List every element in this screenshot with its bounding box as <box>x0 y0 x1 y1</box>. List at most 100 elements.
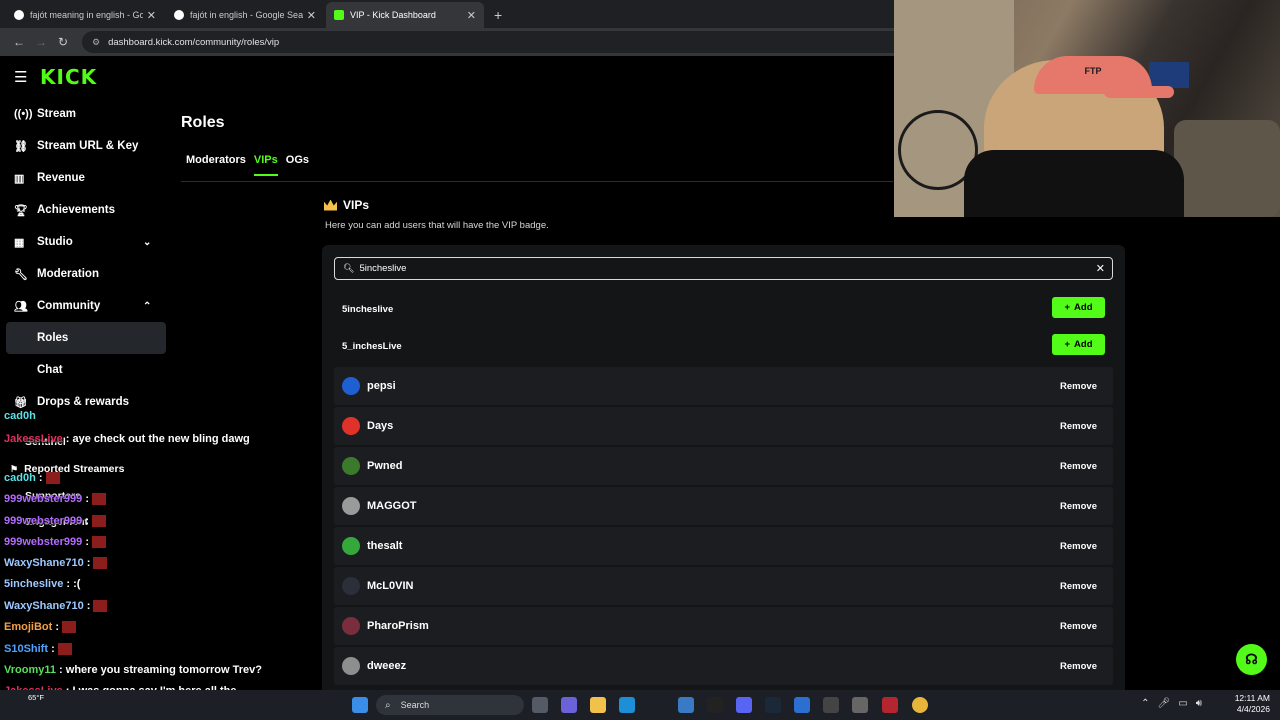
teams-icon[interactable] <box>561 697 577 713</box>
reload-icon[interactable]: ↻ <box>52 35 74 49</box>
chat-message: EmojiBot : <box>4 621 77 634</box>
sidebar-item-stream[interactable]: ((•)) Stream <box>0 98 172 130</box>
sidebar-item-achievements[interactable]: 🏆︎ Achievements <box>0 194 172 226</box>
chat-emote-icon <box>57 643 72 656</box>
sidebar-item-stream-url-key[interactable]: ⛓ Stream URL & Key <box>0 130 172 162</box>
task-view-icon[interactable] <box>532 697 548 713</box>
add-vip-button[interactable]: + Add <box>1052 334 1105 355</box>
sidebar-item-studio[interactable]: ▦ Studio ⌄ <box>0 226 172 258</box>
terminal-icon[interactable] <box>707 697 723 713</box>
taskbar-clock[interactable]: 12:11 AM 4/4/2026 <box>1222 693 1270 715</box>
clear-search-icon[interactable]: ✕ <box>1096 262 1105 275</box>
sidebar-item-label: Drops & rewards <box>37 396 130 408</box>
weather-widget[interactable]: 65°F <box>28 693 44 702</box>
chat-username[interactable]: JakessLive <box>4 433 63 445</box>
remove-vip-button[interactable]: Remove <box>1052 416 1105 436</box>
broadcast-icon: ((•)) <box>14 108 33 120</box>
close-tab-icon[interactable]: ✕ <box>307 9 316 22</box>
sidebar-item-moderation[interactable]: 🔧︎ Moderation <box>0 258 172 290</box>
support-chat-button[interactable]: ☊ <box>1236 644 1267 675</box>
remove-vip-button[interactable]: Remove <box>1052 536 1105 556</box>
chat-username[interactable]: S10Shift <box>4 643 48 655</box>
forward-arrow-icon[interactable]: → <box>30 35 52 49</box>
avatar <box>342 457 360 475</box>
tabs-divider <box>181 181 893 182</box>
chat-emote-icon <box>92 493 107 506</box>
chat-username[interactable]: 999webster999 <box>4 536 82 548</box>
sidebar-item-community[interactable]: 👥︎ Community ⌃ <box>0 290 172 322</box>
sidebar-item-label: Community <box>37 300 101 312</box>
chat-username[interactable]: 999webster999 <box>4 515 82 527</box>
chat-username[interactable]: EmojiBot <box>4 621 52 633</box>
url-field[interactable]: ⚙ dashboard.kick.com/community/roles/vip <box>82 31 922 53</box>
volume-icon[interactable]: 🔊︎ <box>1196 698 1210 709</box>
app-icon[interactable] <box>852 697 868 713</box>
close-tab-icon[interactable]: ✕ <box>147 9 156 22</box>
steam-icon[interactable] <box>765 697 781 713</box>
close-tab-icon[interactable]: ✕ <box>467 9 476 22</box>
remove-vip-button[interactable]: Remove <box>1052 376 1105 396</box>
new-tab-icon[interactable]: + <box>486 2 510 28</box>
webcam-overlay: FTP <box>894 0 1280 217</box>
windows-start-icon[interactable] <box>352 697 368 713</box>
chat-username[interactable]: Vroomy11 <box>4 664 56 676</box>
sidebar-item-label: Chat <box>37 364 63 376</box>
tray-chevron-icon[interactable]: ⌃ <box>1141 698 1157 709</box>
add-button-label: Add <box>1074 339 1093 350</box>
chevron-up-icon[interactable]: ⌃ <box>143 301 151 312</box>
browser-tab-1[interactable]: fajót meaning in english - Goog ✕ <box>6 2 164 28</box>
streamer-shirt-image <box>964 150 1184 217</box>
windows-taskbar: 65°F ⌕ Search ⌃🎤︎▭🔊︎ 12:11 AM 4/4/2026 <box>0 690 1280 720</box>
sidebar-item-roles[interactable]: Roles <box>6 322 166 354</box>
sidebar-item-chat[interactable]: Chat <box>0 354 172 386</box>
app-icon[interactable] <box>882 697 898 713</box>
obs-icon[interactable] <box>823 697 839 713</box>
add-vip-button[interactable]: + Add <box>1052 297 1105 318</box>
chat-username[interactable]: cad0h <box>4 410 36 422</box>
chrome-icon[interactable] <box>912 697 928 713</box>
discord-icon[interactable] <box>736 697 752 713</box>
section-description: Here you can add users that will have th… <box>325 220 549 231</box>
browser-tab-2[interactable]: fajót in english - Google Search ✕ <box>166 2 324 28</box>
chevron-down-icon[interactable]: ⌄ <box>143 237 151 248</box>
chat-username[interactable]: WaxyShane710 <box>4 600 84 612</box>
remove-vip-button[interactable]: Remove <box>1052 656 1105 676</box>
chat-text: : where you streaming tomorrow Trev? <box>59 664 262 676</box>
browser-tab-3[interactable]: VIP - Kick Dashboard ✕ <box>326 2 484 28</box>
network-icon[interactable]: ▭ <box>1178 698 1195 709</box>
sidebar-item-revenue[interactable]: ▥ Revenue <box>0 162 172 194</box>
chat-username[interactable]: cad0h <box>4 472 36 484</box>
remove-vip-button[interactable]: Remove <box>1052 456 1105 476</box>
result-username: 5_inchesLive <box>342 340 402 352</box>
chat-text: : aye check out the new bling dawg <box>65 433 250 445</box>
chat-username[interactable]: 999webster999 <box>4 493 82 505</box>
system-tray[interactable]: ⌃🎤︎▭🔊︎ <box>1141 698 1210 709</box>
remove-vip-button[interactable]: Remove <box>1052 576 1105 596</box>
store-icon[interactable] <box>678 697 694 713</box>
remove-vip-button[interactable]: Remove <box>1052 496 1105 516</box>
back-arrow-icon[interactable]: ← <box>8 35 30 49</box>
remove-vip-button[interactable]: Remove <box>1052 616 1105 636</box>
kick-logo[interactable]: KICK <box>40 65 97 89</box>
plus-icon: + <box>1064 302 1071 313</box>
taskbar-search[interactable]: ⌕ Search <box>376 695 524 715</box>
edge-icon[interactable] <box>619 697 635 713</box>
site-info-icon[interactable]: ⚙ <box>92 37 100 48</box>
hamburger-menu-icon[interactable]: ☰ <box>14 68 40 86</box>
app-icon[interactable] <box>794 697 810 713</box>
chat-text: : <box>85 536 90 548</box>
mic-icon[interactable]: 🎤︎ <box>1158 698 1179 709</box>
chat-message: 5incheslive : :( <box>4 578 80 590</box>
page-title: Roles <box>181 114 225 131</box>
vip-username: pepsi <box>367 380 396 392</box>
tab-vips[interactable]: VIPs <box>253 154 278 176</box>
file-explorer-icon[interactable] <box>590 697 606 713</box>
user-search-field[interactable]: 🔍︎ ✕ <box>334 257 1113 280</box>
chat-emote-icon <box>92 536 107 549</box>
tab-moderators[interactable]: Moderators <box>186 154 246 176</box>
search-input[interactable] <box>359 263 1096 274</box>
chat-username[interactable]: 5incheslive <box>4 578 63 590</box>
vip-panel: 🔍︎ ✕ 5incheslive + Add 5_inchesLive + Ad… <box>322 245 1125 705</box>
chat-username[interactable]: WaxyShane710 <box>4 557 84 569</box>
tab-ogs[interactable]: OGs <box>286 154 309 176</box>
